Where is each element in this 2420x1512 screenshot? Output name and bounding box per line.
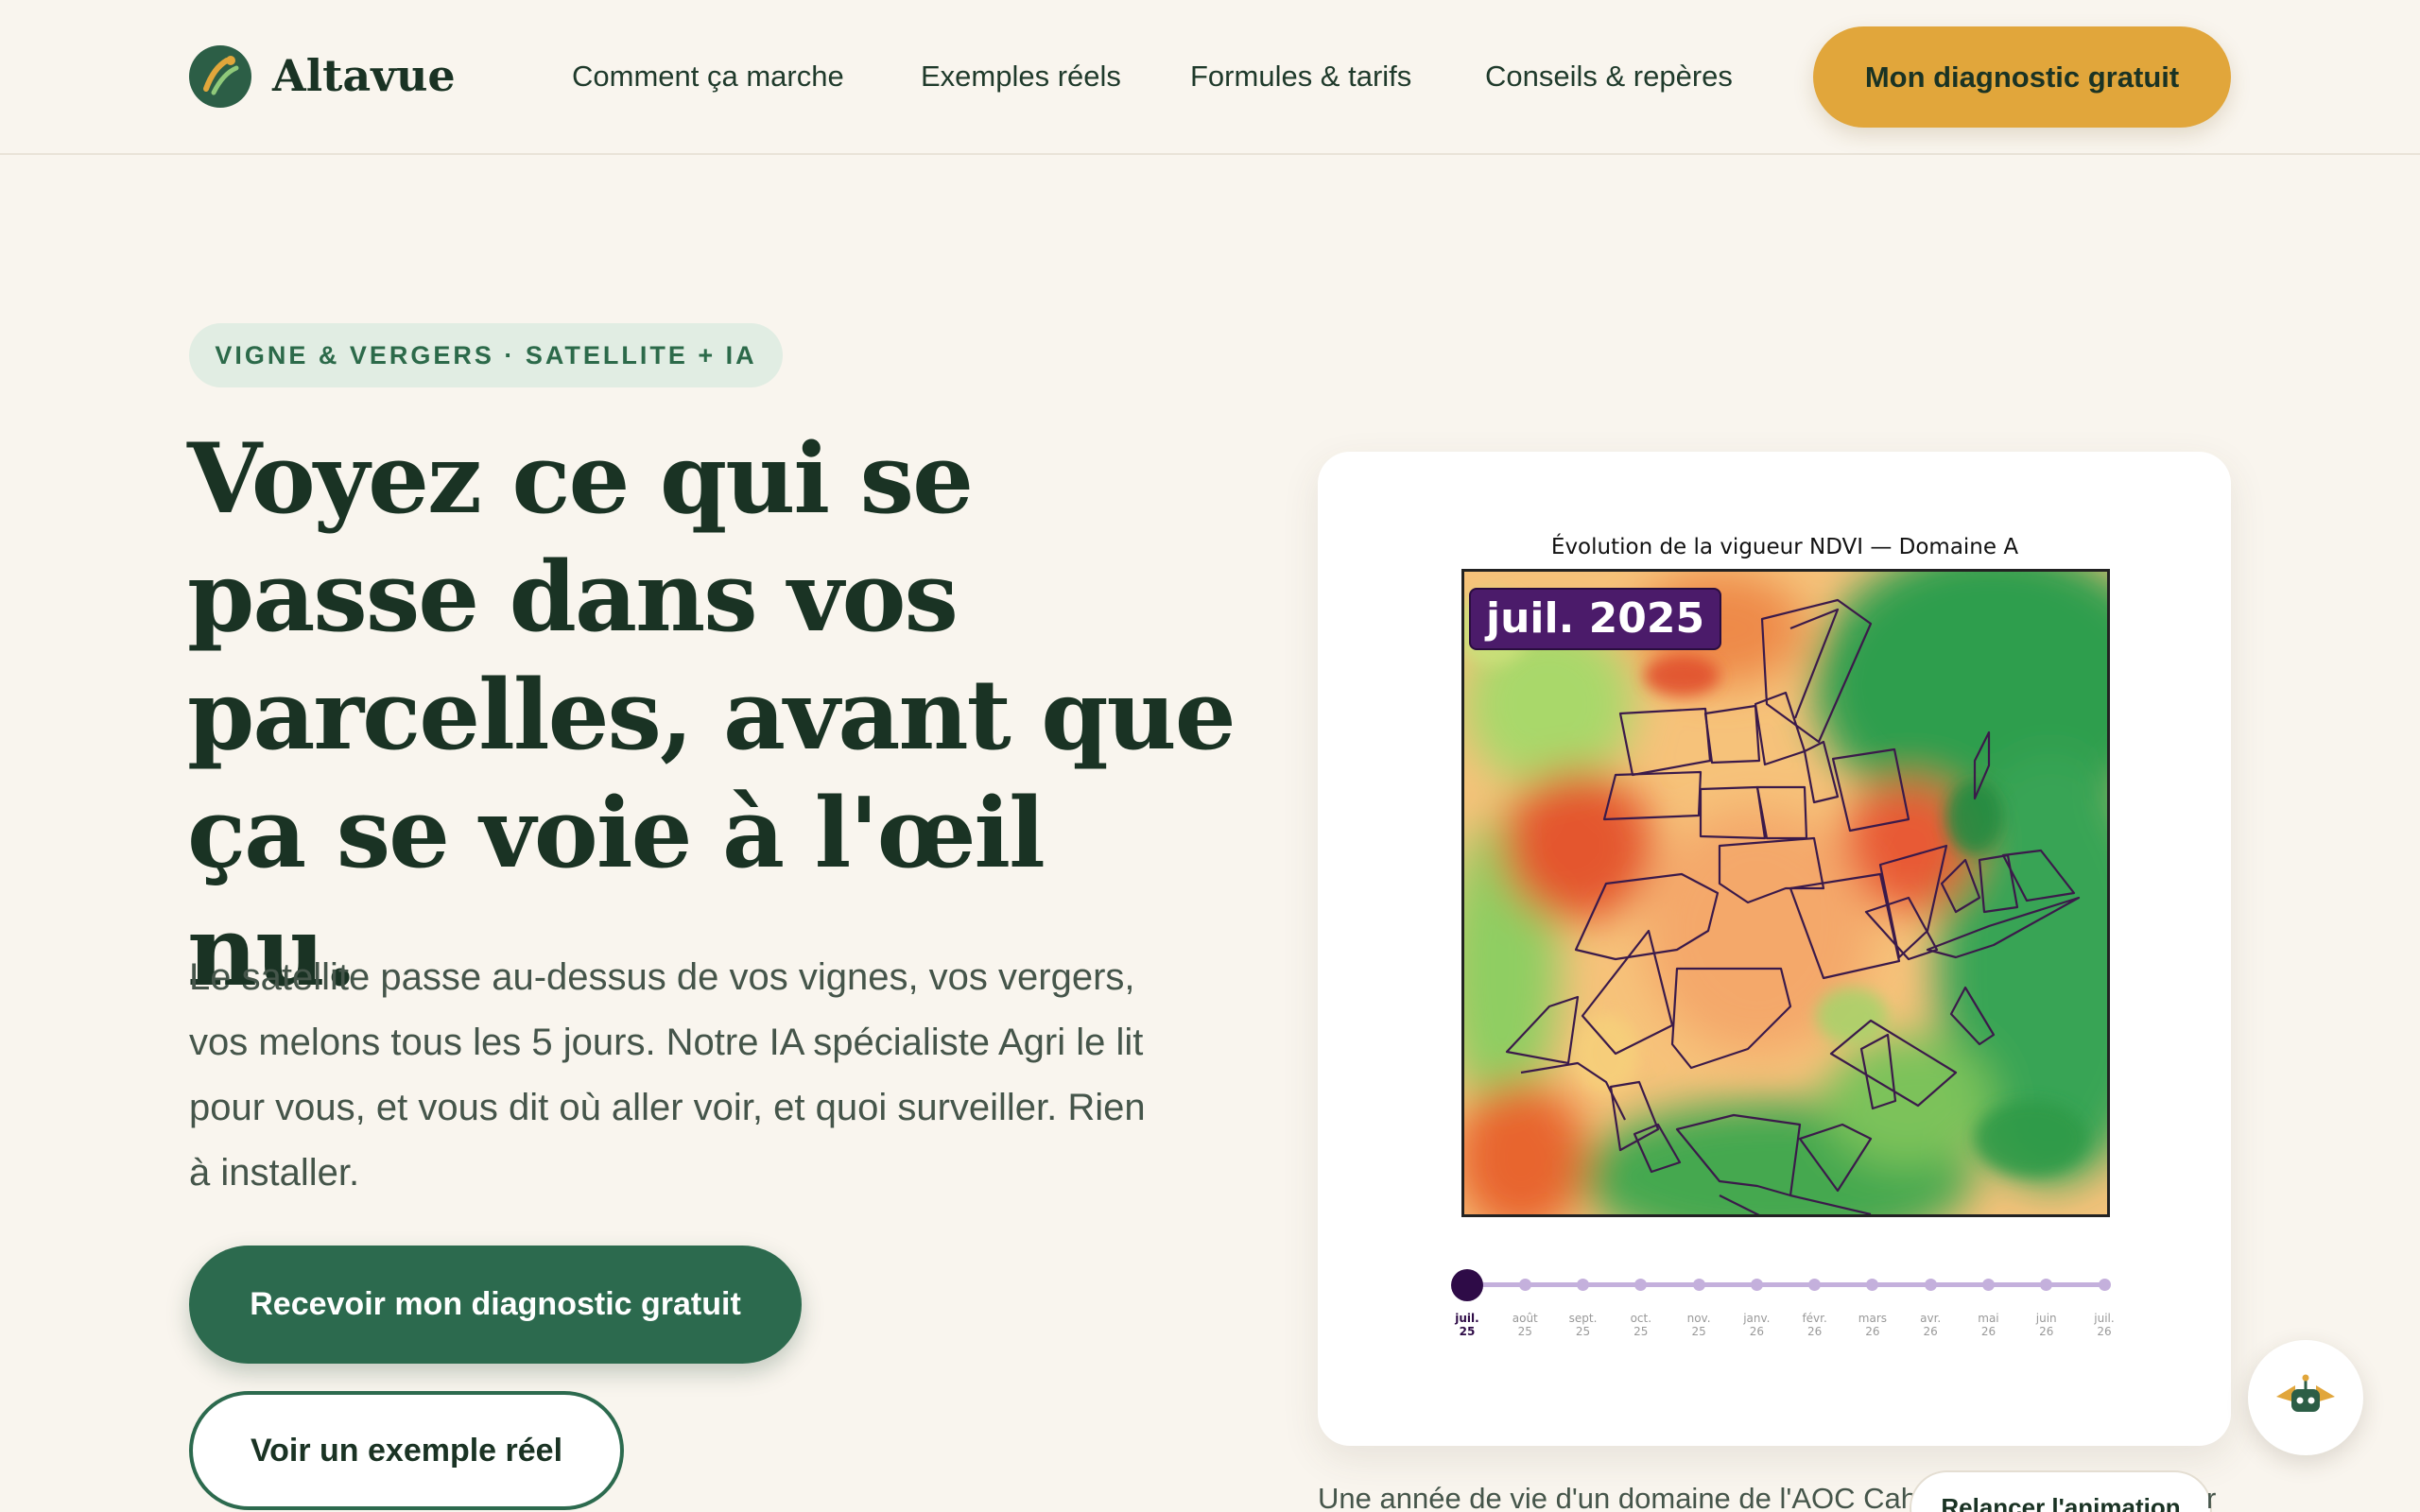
- timeline-label[interactable]: mars 26: [1849, 1312, 1896, 1338]
- timeline-dot[interactable]: [1981, 1279, 1995, 1291]
- timeline-year: 26: [2097, 1325, 2112, 1338]
- timeline-month: août: [1512, 1312, 1538, 1325]
- timeline-label[interactable]: avr. 26: [1907, 1312, 1954, 1338]
- robot-icon: [2276, 1374, 2335, 1412]
- nav-comment-ca-marche[interactable]: Comment ça marche: [572, 57, 844, 96]
- nav-conseils-reperes[interactable]: Conseils & repères: [1485, 57, 1733, 96]
- timeline-label[interactable]: juin 26: [2023, 1312, 2070, 1338]
- timeline-dot[interactable]: [1577, 1279, 1590, 1291]
- timeline-track[interactable]: [1467, 1282, 2110, 1287]
- timeline-label[interactable]: juil. 25: [1443, 1312, 1491, 1338]
- hero-title: Voyez ce qui se passe dans vos parcelles…: [187, 422, 1236, 1008]
- see-example-button[interactable]: Voir un exemple réel: [189, 1391, 624, 1510]
- ndvi-chart-title: Évolution de la vigueur NDVI — Domaine A: [1550, 535, 2019, 559]
- timeline-label[interactable]: oct. 25: [1617, 1312, 1665, 1338]
- timeline-month: juil.: [2094, 1312, 2115, 1325]
- timeline-year: 26: [1806, 1325, 1823, 1338]
- logo-icon[interactable]: [189, 45, 251, 108]
- hero-subtitle: Le satellite passe au-dessus de vos vign…: [189, 956, 1146, 1194]
- timeline-year: 26: [1980, 1325, 1996, 1338]
- ndvi-map: [1461, 569, 2110, 1217]
- timeline-year: 26: [1865, 1325, 1880, 1338]
- timeline-month: nov.: [1686, 1312, 1711, 1325]
- timeline-dot[interactable]: [2098, 1279, 2111, 1291]
- timeline-year: 25: [1691, 1325, 1706, 1338]
- get-diagnostic-button[interactable]: Recevoir mon diagnostic gratuit: [189, 1246, 802, 1364]
- timeline-year: 25: [1459, 1325, 1476, 1338]
- nav-formules-tarifs[interactable]: Formules & tarifs: [1190, 57, 1411, 96]
- assistant-button[interactable]: [2248, 1340, 2363, 1455]
- site-header: Altavue Comment ça marche Exemples réels…: [0, 0, 2420, 155]
- timeline-year: 25: [1517, 1325, 1532, 1338]
- timeline-month: sept.: [1568, 1312, 1598, 1325]
- ndvi-caption-end: r: [2206, 1482, 2217, 1512]
- timeline-dot[interactable]: [1451, 1269, 1483, 1301]
- timeline-label[interactable]: mai 26: [1964, 1312, 2012, 1338]
- timeline-month: juil.: [1455, 1312, 1479, 1325]
- timeline-month: févr.: [1802, 1312, 1827, 1325]
- timeline-dot[interactable]: [1924, 1279, 1937, 1291]
- timeline-label[interactable]: août 25: [1501, 1312, 1548, 1338]
- timeline-month: avr.: [1920, 1312, 1942, 1325]
- ndvi-date-badge: juil. 2025: [1469, 588, 1722, 650]
- timeline-label[interactable]: sept. 25: [1560, 1312, 1607, 1338]
- timeline-label[interactable]: juil. 26: [2081, 1312, 2128, 1338]
- brand-name[interactable]: Altavue: [272, 47, 456, 104]
- timeline-dot[interactable]: [1692, 1279, 1705, 1291]
- timeline-year: 26: [1749, 1325, 1764, 1338]
- replay-animation-button[interactable]: Relancer l'animation: [1910, 1470, 2212, 1512]
- timeline-label[interactable]: févr. 26: [1791, 1312, 1839, 1338]
- nav-exemples-reels[interactable]: Exemples réels: [921, 57, 1121, 96]
- timeline-label[interactable]: janv. 26: [1733, 1312, 1780, 1338]
- hero-tag: VIGNE & VERGERS · SATELLITE + IA: [189, 323, 783, 387]
- timeline-year: 25: [1575, 1325, 1591, 1338]
- timeline-dot[interactable]: [1750, 1279, 1763, 1291]
- timeline-year: 25: [1634, 1325, 1649, 1338]
- timeline-year: 26: [1923, 1325, 1938, 1338]
- timeline-label[interactable]: nov. 25: [1675, 1312, 1722, 1338]
- header-diagnostic-button[interactable]: Mon diagnostic gratuit: [1813, 26, 2231, 128]
- timeline-month: oct.: [1630, 1312, 1652, 1325]
- timeline-month: mars: [1858, 1312, 1888, 1325]
- timeline-dot[interactable]: [1518, 1279, 1531, 1291]
- timeline-month: mai: [1978, 1312, 1999, 1325]
- timeline-year: 26: [2039, 1325, 2054, 1338]
- timeline-month: janv.: [1743, 1312, 1771, 1325]
- timeline-month: juin: [2035, 1312, 2057, 1325]
